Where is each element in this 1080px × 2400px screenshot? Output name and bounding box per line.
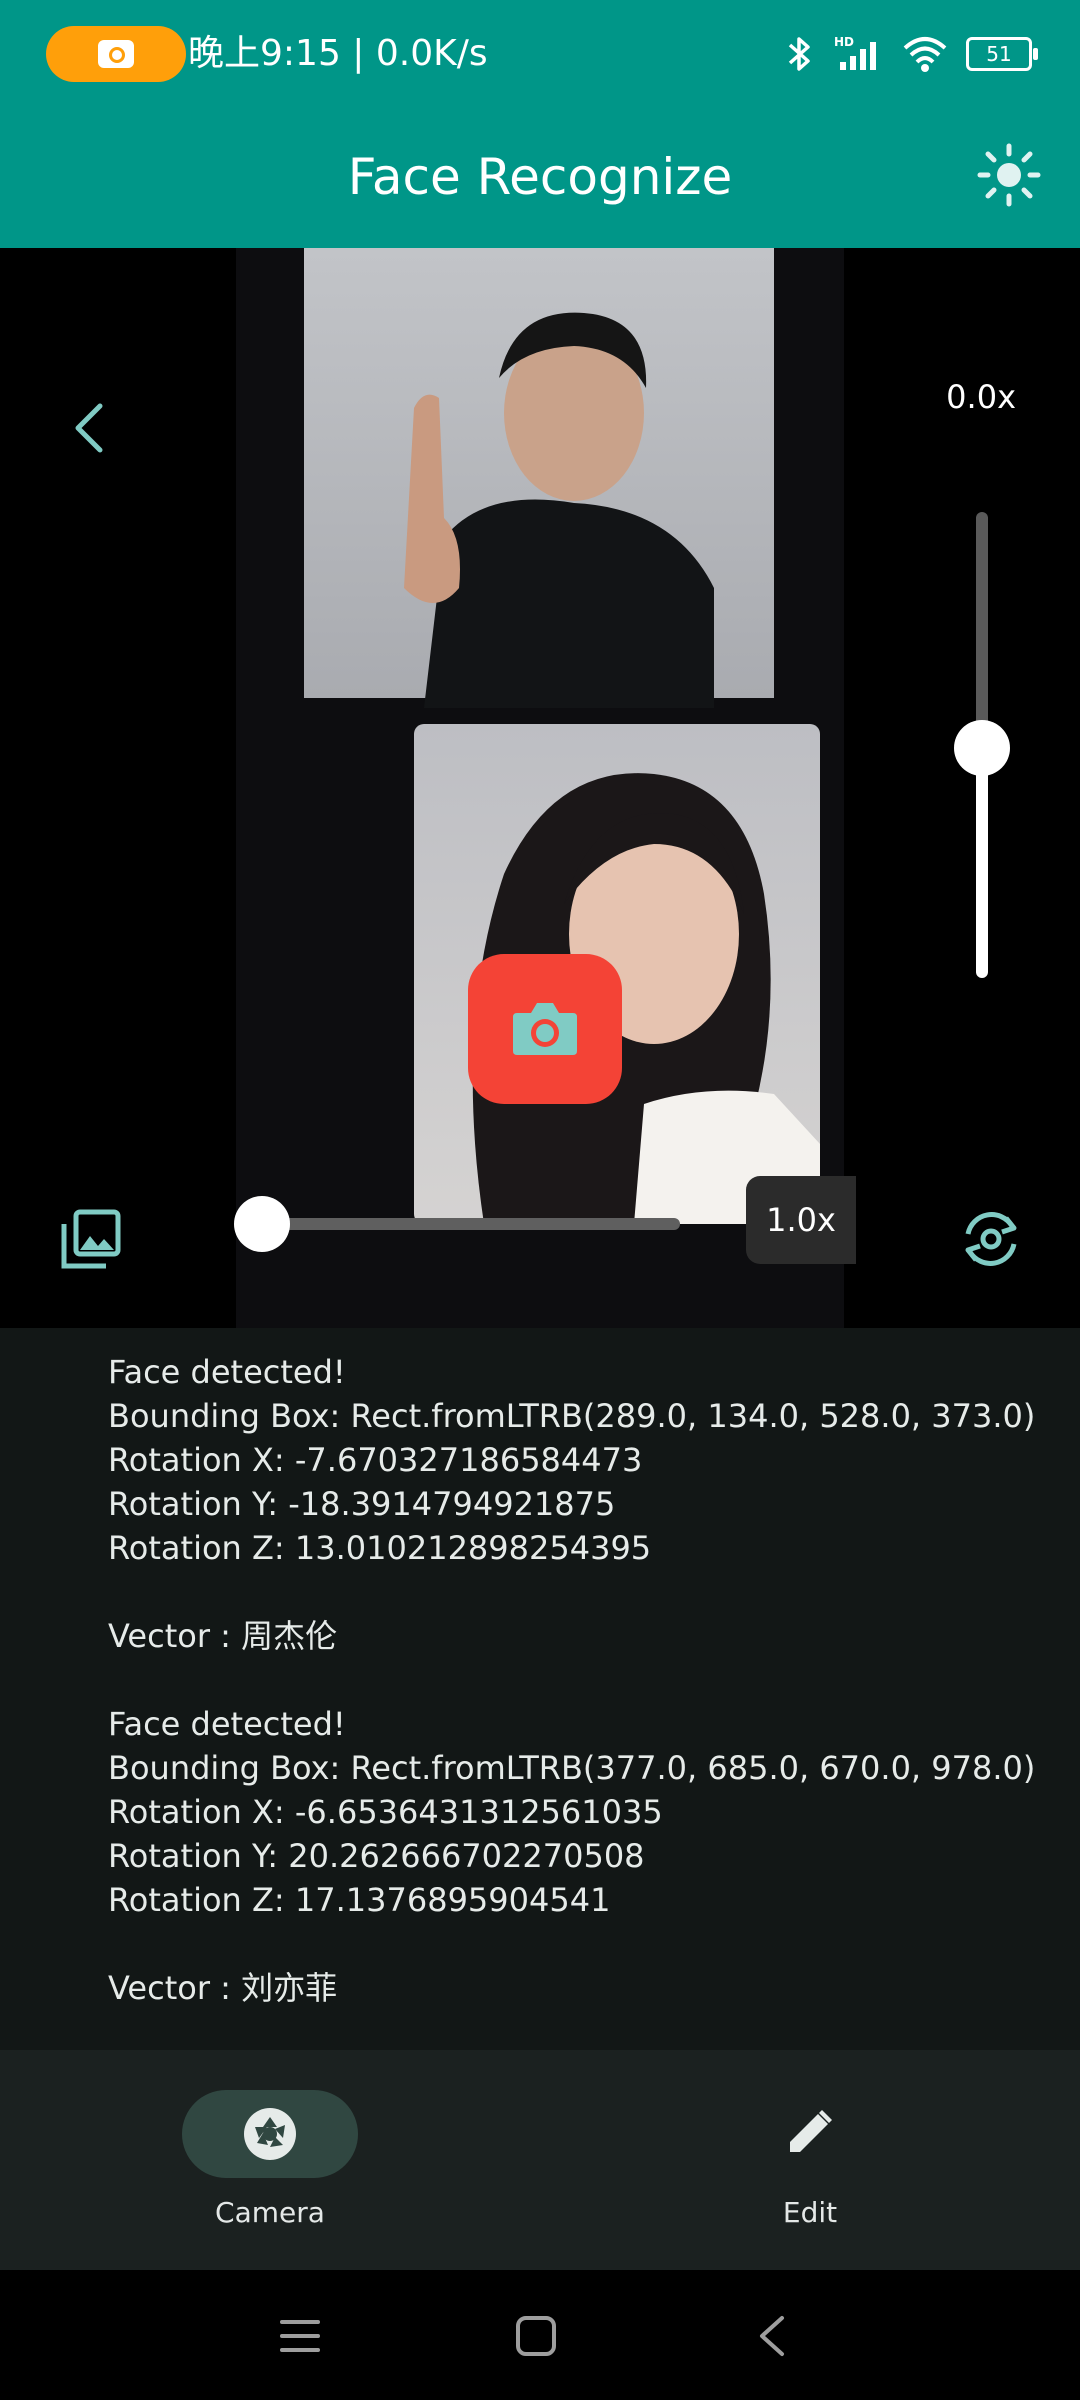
menu-icon[interactable] [278, 2316, 322, 2356]
system-icons: HD 51 [784, 30, 1038, 78]
result-line: Rotation Z: 17.1376895904541 [108, 1881, 611, 1919]
camera-icon [98, 40, 134, 68]
nav-camera-label: Camera [215, 2196, 325, 2229]
shutter-icon [513, 1003, 577, 1055]
exposure-slider-track-inactive [976, 512, 988, 742]
status-bar: 晚上9:15 | 0.0K/s HD 51 [0, 0, 1080, 108]
screen-record-pill[interactable] [46, 26, 186, 82]
home-icon[interactable] [514, 2314, 558, 2358]
result-line: Rotation Y: -18.3914794921875 [108, 1485, 616, 1523]
result-line [108, 1922, 1035, 1966]
result-line: Face detected! [108, 1353, 346, 1391]
result-line [108, 1570, 1035, 1614]
page-title: Face Recognize [347, 148, 733, 206]
exposure-slider-track-active [976, 742, 988, 978]
bottom-navigation: Camera Edit [0, 2050, 1080, 2270]
svg-text:HD: HD [834, 35, 854, 49]
result-line: Rotation Z: 13.010212898254395 [108, 1529, 652, 1567]
camera-area: 0.0x 1.0x [0, 248, 1080, 1328]
exposure-slider-thumb[interactable] [954, 720, 1010, 776]
bluetooth-icon [788, 37, 810, 71]
recognition-results: Face detected! Bounding Box: Rect.fromLT… [0, 1328, 1080, 2050]
horizontal-zoom-label: 1.0x [746, 1176, 856, 1264]
wifi-icon [903, 37, 947, 72]
battery-icon: 51 [966, 37, 1038, 71]
back-icon[interactable] [752, 2314, 792, 2358]
results-text: Face detected! Bounding Box: Rect.fromLT… [108, 1350, 1035, 2010]
status-time: 晚上9:15 | 0.0K/s [188, 33, 488, 74]
nav-edit-label: Edit [782, 2196, 838, 2229]
edit-icon [790, 2110, 832, 2152]
result-line: Bounding Box: Rect.fromLTRB(289.0, 134.0… [108, 1397, 1036, 1435]
zoom-slider-thumb[interactable] [234, 1196, 290, 1252]
zoom-slider[interactable] [234, 1196, 680, 1252]
back-arrow-icon[interactable] [62, 398, 122, 458]
result-line: Rotation X: -6.6536431312561035 [108, 1793, 663, 1831]
result-line: Rotation X: -7.670327186584473 [108, 1441, 643, 1479]
brightness-icon[interactable] [976, 142, 1042, 208]
flip-camera-icon[interactable] [956, 1204, 1026, 1274]
photo-person-1 [304, 248, 774, 708]
vertical-zoom-label: 0.0x [946, 378, 1016, 416]
gallery-icon[interactable] [58, 1206, 124, 1272]
app-bar: Face Recognize [0, 108, 1080, 248]
result-line: Vector : 刘亦菲 [108, 1969, 338, 2007]
result-line: Rotation Y: 20.262666702270508 [108, 1837, 645, 1875]
result-line: Vector : 周杰伦 [108, 1617, 338, 1655]
signal-icon: HD [834, 35, 876, 70]
camera-preview [236, 248, 844, 1328]
exposure-slider[interactable] [954, 512, 1010, 978]
shutter-icon [244, 2108, 296, 2160]
nav-edit[interactable]: Edit [720, 2090, 920, 2240]
capture-button[interactable] [468, 954, 622, 1104]
system-navigation [0, 2270, 1080, 2400]
result-line: Bounding Box: Rect.fromLTRB(377.0, 685.0… [108, 1749, 1036, 1787]
result-line: Face detected! [108, 1705, 346, 1743]
result-line [108, 1658, 1035, 1702]
nav-camera[interactable]: Camera [180, 2090, 380, 2240]
